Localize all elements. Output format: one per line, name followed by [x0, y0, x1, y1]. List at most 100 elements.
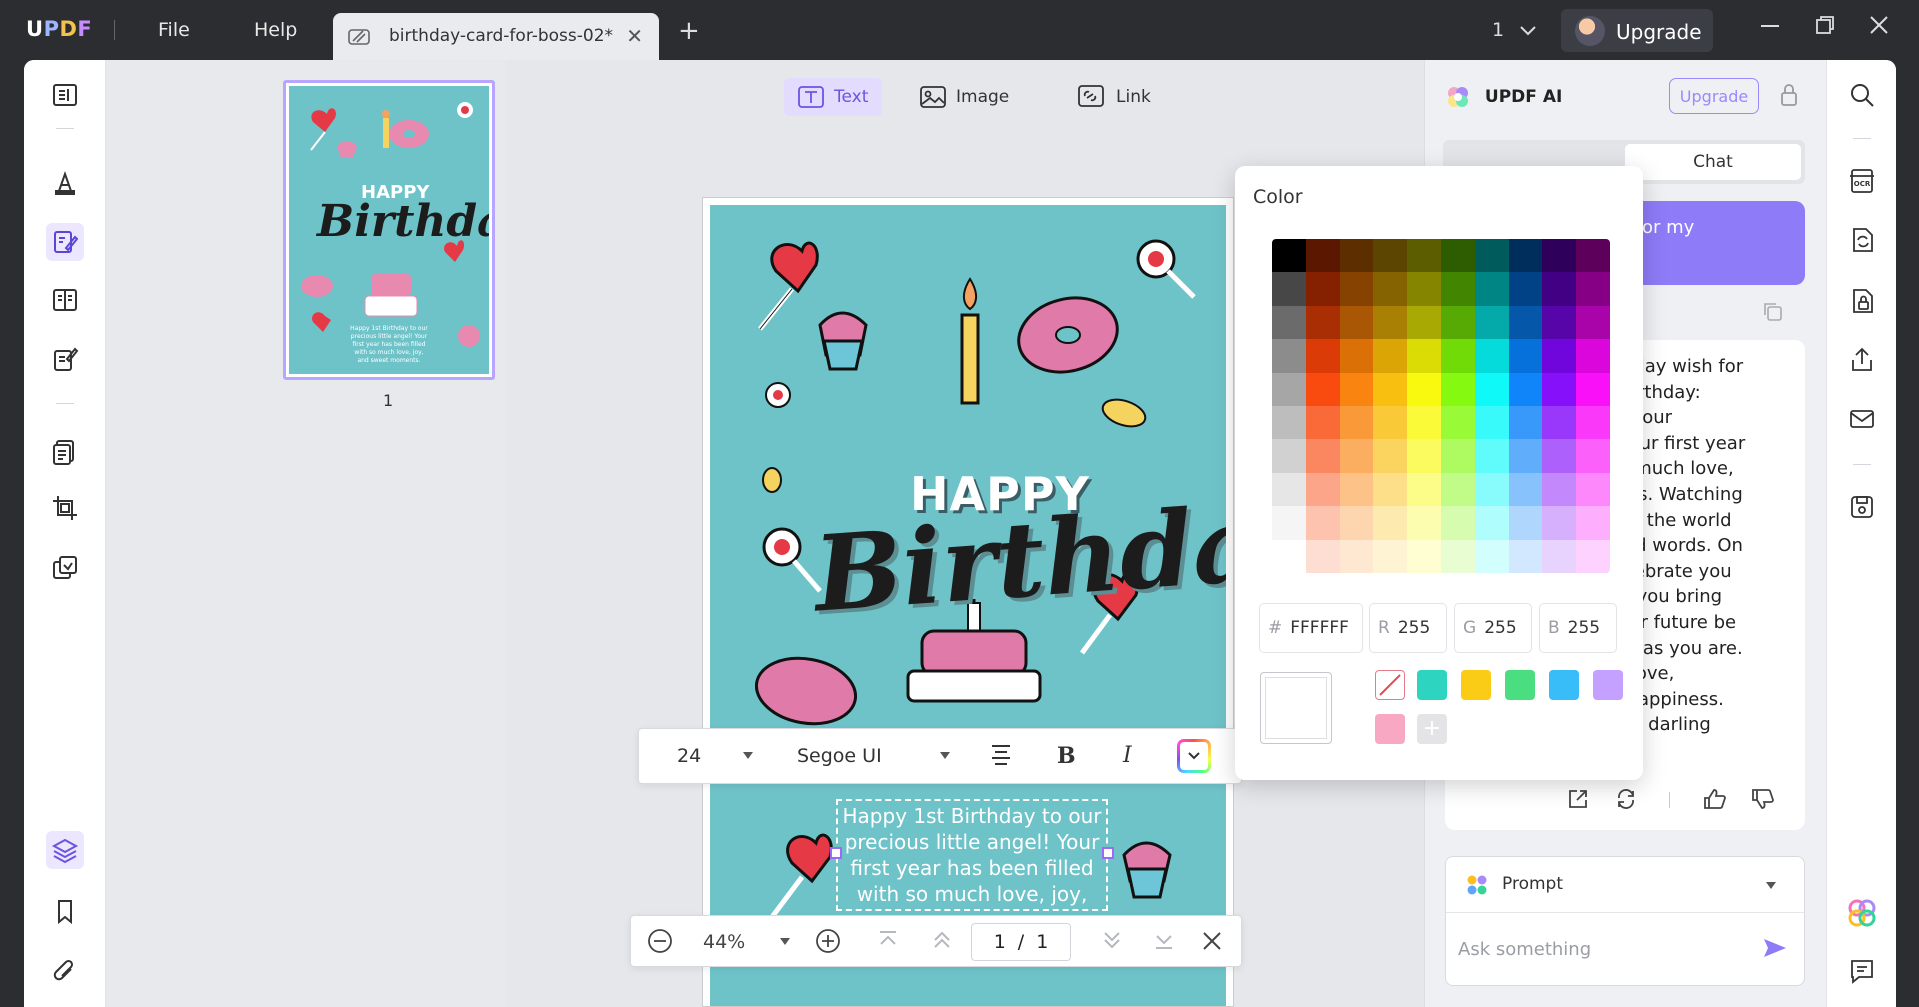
- new-tab-button[interactable]: +: [678, 16, 700, 46]
- font-size-caret-icon[interactable]: [743, 752, 753, 759]
- palette-cell[interactable]: [1542, 506, 1577, 540]
- palette-cell[interactable]: [1305, 539, 1340, 573]
- send-icon[interactable]: [1762, 937, 1788, 963]
- palette-cell[interactable]: [1508, 372, 1543, 406]
- form-icon[interactable]: [46, 340, 84, 378]
- open-external-icon[interactable]: [1567, 788, 1589, 814]
- palette-cell[interactable]: [1440, 339, 1475, 373]
- italic-button[interactable]: I: [1123, 743, 1132, 768]
- palette-cell[interactable]: [1576, 439, 1610, 473]
- tab-close-icon[interactable]: ✕: [626, 24, 643, 48]
- attachment-icon[interactable]: [46, 952, 84, 990]
- lock-icon[interactable]: [1779, 82, 1799, 112]
- palette-cell[interactable]: [1373, 439, 1408, 473]
- previous-page-icon[interactable]: [931, 928, 953, 957]
- palette-cell[interactable]: [1407, 472, 1441, 507]
- palette-cell[interactable]: [1272, 239, 1306, 273]
- palette-cell[interactable]: [1440, 472, 1475, 507]
- palette-cell[interactable]: [1407, 239, 1441, 273]
- palette-cell[interactable]: [1373, 372, 1408, 406]
- palette-cell[interactable]: [1508, 305, 1543, 340]
- palette-cell[interactable]: [1542, 272, 1577, 306]
- palette-cell[interactable]: [1272, 406, 1306, 440]
- page-tools-icon[interactable]: [46, 281, 84, 319]
- palette-cell[interactable]: [1542, 239, 1577, 273]
- palette-cell[interactable]: [1576, 539, 1610, 573]
- resize-handle-right[interactable]: [1102, 847, 1114, 859]
- palette-cell[interactable]: [1542, 439, 1577, 473]
- email-icon[interactable]: [1843, 400, 1881, 438]
- last-page-icon[interactable]: [1153, 928, 1175, 957]
- crop-icon[interactable]: [46, 489, 84, 527]
- palette-cell[interactable]: [1305, 239, 1340, 273]
- restore-icon[interactable]: [1814, 14, 1836, 42]
- blue-field[interactable]: B 255: [1539, 603, 1617, 653]
- palette-cell[interactable]: [1440, 239, 1475, 273]
- hex-field[interactable]: # FFFFFF: [1259, 603, 1363, 653]
- palette-cell[interactable]: [1305, 305, 1340, 340]
- minimize-icon[interactable]: [1759, 14, 1781, 42]
- palette-cell[interactable]: [1407, 305, 1441, 340]
- palette-cell[interactable]: [1440, 305, 1475, 340]
- palette-cell[interactable]: [1407, 506, 1441, 540]
- organize-pages-icon[interactable]: [46, 433, 84, 471]
- align-center-icon[interactable]: [989, 743, 1013, 770]
- zoom-out-icon[interactable]: [647, 928, 673, 959]
- close-nav-icon[interactable]: [1201, 930, 1223, 957]
- prompt-selector[interactable]: Prompt: [1446, 857, 1804, 913]
- palette-cell[interactable]: [1373, 239, 1408, 273]
- palette-cell[interactable]: [1440, 406, 1475, 440]
- tab-chat[interactable]: Chat: [1625, 144, 1801, 180]
- upgrade-account-button[interactable]: Upgrade: [1561, 9, 1713, 52]
- recent-color-swatch[interactable]: [1461, 670, 1491, 700]
- font-family-caret-icon[interactable]: [940, 752, 950, 759]
- palette-cell[interactable]: [1339, 239, 1374, 273]
- palette-cell[interactable]: [1339, 305, 1374, 340]
- palette-cell[interactable]: [1339, 339, 1374, 373]
- palette-cell[interactable]: [1272, 472, 1306, 507]
- palette-cell[interactable]: [1373, 305, 1408, 340]
- bold-button[interactable]: B: [1057, 743, 1076, 769]
- prompt-caret-icon[interactable]: [1766, 882, 1776, 889]
- palette-cell[interactable]: [1508, 339, 1543, 373]
- color-palette-grid[interactable]: [1272, 239, 1610, 573]
- recent-color-swatch[interactable]: [1375, 714, 1405, 744]
- palette-cell[interactable]: [1339, 439, 1374, 473]
- recent-color-swatch[interactable]: [1505, 670, 1535, 700]
- palette-cell[interactable]: [1542, 372, 1577, 406]
- thumbs-up-icon[interactable]: [1703, 788, 1727, 814]
- palette-cell[interactable]: [1474, 439, 1509, 473]
- recent-color-swatch[interactable]: [1417, 670, 1447, 700]
- palette-cell[interactable]: [1474, 239, 1509, 273]
- recent-color-swatch[interactable]: [1549, 670, 1579, 700]
- add-image-tool[interactable]: Image: [906, 78, 1023, 116]
- palette-cell[interactable]: [1474, 339, 1509, 373]
- palette-cell[interactable]: [1576, 272, 1610, 306]
- palette-cell[interactable]: [1373, 272, 1408, 306]
- palette-cell[interactable]: [1305, 439, 1340, 473]
- text-color-button[interactable]: [1177, 739, 1211, 773]
- next-page-icon[interactable]: [1101, 928, 1123, 957]
- font-family-value[interactable]: Segoe UI: [797, 745, 882, 767]
- first-page-icon[interactable]: [877, 928, 899, 957]
- palette-cell[interactable]: [1407, 406, 1441, 440]
- page-number-field[interactable]: 1 / 1: [971, 923, 1071, 961]
- palette-cell[interactable]: [1440, 439, 1475, 473]
- palette-cell[interactable]: [1373, 339, 1408, 373]
- palette-cell[interactable]: [1339, 406, 1374, 440]
- selected-text-box[interactable]: Happy 1st Birthday to our precious littl…: [830, 799, 1114, 911]
- palette-cell[interactable]: [1508, 406, 1543, 440]
- palette-cell[interactable]: [1440, 372, 1475, 406]
- palette-cell[interactable]: [1407, 372, 1441, 406]
- palette-cell[interactable]: [1407, 339, 1441, 373]
- palette-cell[interactable]: [1272, 272, 1306, 306]
- palette-cell[interactable]: [1576, 339, 1610, 373]
- palette-cell[interactable]: [1305, 506, 1340, 540]
- palette-cell[interactable]: [1474, 506, 1509, 540]
- palette-cell[interactable]: [1474, 305, 1509, 340]
- palette-cell[interactable]: [1474, 472, 1509, 507]
- palette-cell[interactable]: [1542, 305, 1577, 340]
- palette-cell[interactable]: [1542, 406, 1577, 440]
- palette-cell[interactable]: [1339, 506, 1374, 540]
- search-icon[interactable]: [1843, 76, 1881, 114]
